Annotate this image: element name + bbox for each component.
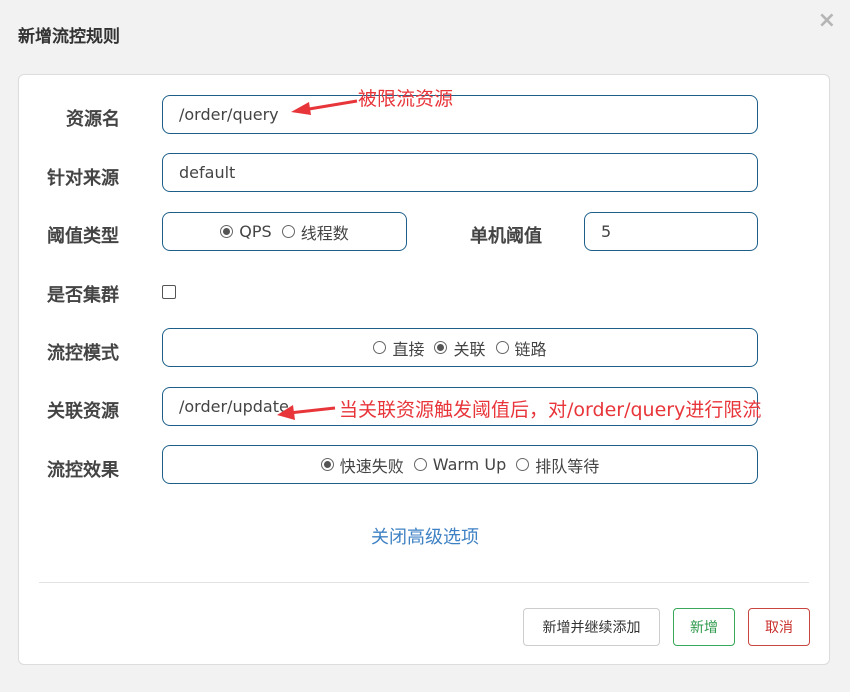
related-arrow-icon [277, 405, 336, 420]
effect-queue[interactable]: 排队等待 [516, 453, 599, 477]
related-resource-label: 关联资源 [47, 401, 119, 422]
flow-mode-related-label: 关联 [453, 339, 486, 359]
flow-mode-chain-label: 链路 [514, 339, 547, 359]
close-icon[interactable]: × [818, 8, 836, 33]
effect-queue-label: 排队等待 [535, 456, 600, 476]
add-button[interactable]: 新增 [673, 608, 735, 646]
radio-unchecked-icon [373, 341, 387, 354]
effect-radio-group: 快速失败 Warm Up 排队等待 [162, 445, 758, 484]
cluster-label: 是否集群 [47, 285, 119, 306]
radio-checked-icon [320, 458, 334, 471]
flow-mode-related[interactable]: 关联 [434, 336, 486, 360]
single-threshold-label: 单机阈值 [470, 226, 542, 247]
effect-warm-up[interactable]: Warm Up [413, 455, 507, 474]
threshold-type-threads-label: 线程数 [300, 223, 349, 243]
radio-unchecked-icon [495, 341, 509, 354]
cancel-button[interactable]: 取消 [748, 608, 810, 646]
threshold-type-label: 阈值类型 [47, 226, 119, 247]
flow-mode-label: 流控模式 [47, 343, 119, 364]
source-input[interactable] [162, 153, 758, 192]
footer-divider [39, 582, 809, 583]
radio-checked-icon [434, 341, 448, 354]
threshold-type-threads[interactable]: 线程数 [281, 220, 349, 244]
radio-unchecked-icon [281, 225, 295, 238]
flow-mode-direct[interactable]: 直接 [373, 336, 424, 360]
effect-fast-fail[interactable]: 快速失败 [320, 453, 404, 477]
radio-unchecked-icon [516, 458, 530, 471]
threshold-type-qps[interactable]: QPS [220, 222, 272, 241]
radio-checked-icon [220, 225, 234, 238]
dialog-title: 新增流控规则 [18, 27, 120, 47]
resource-name-label: 资源名 [66, 109, 120, 130]
source-label: 针对来源 [47, 168, 119, 189]
flow-rule-dialog: 新增流控规则 × 资源名 针对来源 阈值类型 QPS 线程数 单机阈值 是否集群… [0, 0, 850, 692]
form-panel: 资源名 针对来源 阈值类型 QPS 线程数 单机阈值 是否集群 流控模式 [18, 74, 830, 665]
resource-name-input[interactable] [162, 95, 758, 134]
threshold-type-qps-label: QPS [239, 222, 272, 241]
flow-mode-radio-group: 直接 关联 链路 [162, 328, 758, 367]
flow-mode-direct-label: 直接 [392, 339, 425, 359]
related-annotation: 当关联资源触发阈值后，对/order/query进行限流 [339, 399, 762, 421]
resource-arrow-icon [291, 99, 358, 115]
advanced-options-toggle[interactable]: 关闭高级选项 [19, 523, 831, 549]
effect-fast-fail-label: 快速失败 [339, 456, 404, 476]
single-threshold-input[interactable] [584, 212, 758, 251]
effect-warm-up-label: Warm Up [432, 455, 507, 474]
radio-unchecked-icon [413, 458, 427, 471]
effect-label: 流控效果 [47, 460, 119, 481]
threshold-type-radio-group: QPS 线程数 [162, 212, 407, 251]
resource-annotation: 被限流资源 [358, 88, 454, 110]
cluster-checkbox[interactable] [162, 285, 176, 299]
flow-mode-chain[interactable]: 链路 [495, 336, 547, 360]
add-and-continue-button[interactable]: 新增并继续添加 [523, 608, 660, 646]
